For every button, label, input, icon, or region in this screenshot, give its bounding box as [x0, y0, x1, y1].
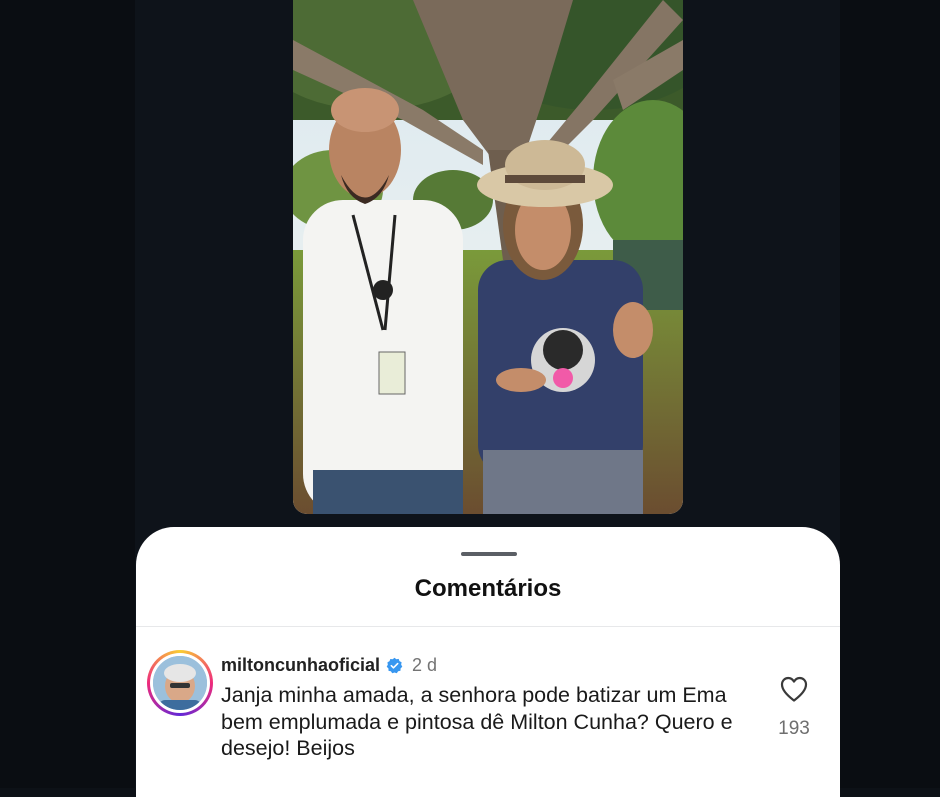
avatar[interactable] — [153, 656, 207, 710]
left-background — [0, 0, 135, 788]
verified-badge-icon — [386, 657, 403, 674]
avatar-border — [150, 653, 210, 713]
like-count: 193 — [778, 718, 810, 739]
heart-outline-icon — [780, 676, 808, 702]
video-frame — [293, 0, 683, 514]
comments-sheet: Comentários miltoncunhaoficial 2 d Janja… — [136, 527, 840, 797]
avatar-story-ring[interactable] — [147, 650, 213, 716]
comment-timestamp: 2 d — [412, 654, 438, 675]
post-video[interactable] — [293, 0, 683, 514]
avatar-image — [153, 656, 207, 710]
comment-username[interactable]: miltoncunhaoficial — [221, 655, 380, 676]
like-button[interactable] — [779, 675, 809, 703]
comment-item: miltoncunhaoficial 2 d Janja minha amada… — [136, 527, 840, 797]
comment-text: Janja minha amada, a senhora pode batiza… — [221, 683, 733, 760]
right-background — [840, 0, 940, 788]
comment-header: miltoncunhaoficial 2 d — [221, 654, 437, 676]
